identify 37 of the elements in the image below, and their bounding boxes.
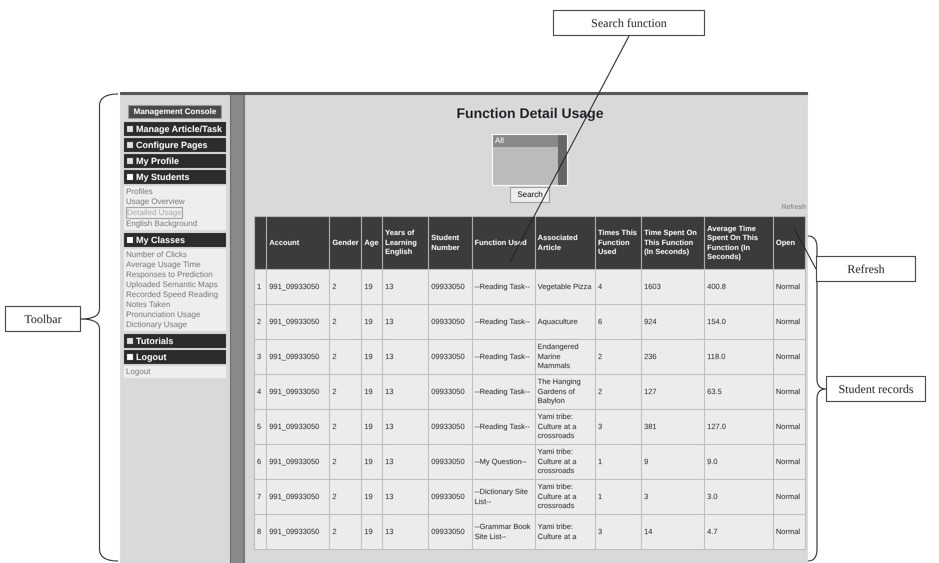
menu-section[interactable]: Manage Article/Task: [124, 122, 226, 136]
scrollbar[interactable]: [230, 95, 243, 563]
menu-link[interactable]: Uploaded Semantic Maps: [126, 280, 224, 290]
search-button[interactable]: Search: [510, 187, 550, 203]
leader-line: [794, 228, 816, 270]
menu-section[interactable]: My Students: [124, 170, 226, 184]
menu-section[interactable]: Tutorials: [124, 334, 226, 348]
expander-icon: [127, 142, 133, 148]
list-option[interactable]: All: [493, 135, 558, 147]
console-title: Management Console: [128, 105, 222, 119]
menu-link[interactable]: Pronunciation Usage: [126, 310, 224, 320]
expander-icon: [127, 338, 133, 344]
menu-link[interactable]: Usage Overview: [126, 197, 224, 207]
expander-icon: [127, 354, 133, 360]
callout-label: Toolbar: [5, 306, 81, 332]
menu-link[interactable]: Number of Clicks: [126, 250, 224, 260]
expander-icon: [127, 237, 133, 243]
menu-link[interactable]: Logout: [126, 367, 224, 377]
menu-link[interactable]: Detailed Usage: [126, 207, 183, 219]
expander-icon: [127, 174, 133, 180]
menu-section[interactable]: Configure Pages: [124, 138, 226, 152]
menu-section[interactable]: My Classes: [124, 233, 226, 247]
expander-icon: [127, 158, 133, 164]
function-listbox[interactable]: All: [492, 134, 568, 186]
menu-section[interactable]: Logout: [124, 350, 226, 364]
callout-label: Search function: [553, 10, 705, 36]
menu-link[interactable]: Responses to Prediction: [126, 270, 224, 280]
menu-link[interactable]: Dictionary Usage: [126, 320, 224, 330]
callout-label: Refresh: [816, 256, 916, 282]
callout-label: Student records: [826, 376, 926, 402]
menu-link[interactable]: Recorded Speed Reading: [126, 290, 224, 300]
menu-link[interactable]: Profiles: [126, 187, 224, 197]
menu-link[interactable]: English Background: [126, 219, 224, 229]
expander-icon: [127, 126, 133, 132]
menu-section[interactable]: My Profile: [124, 154, 226, 168]
menu-link[interactable]: Notes Taken: [126, 300, 224, 310]
menu-link[interactable]: Average Usage Time: [126, 260, 224, 270]
